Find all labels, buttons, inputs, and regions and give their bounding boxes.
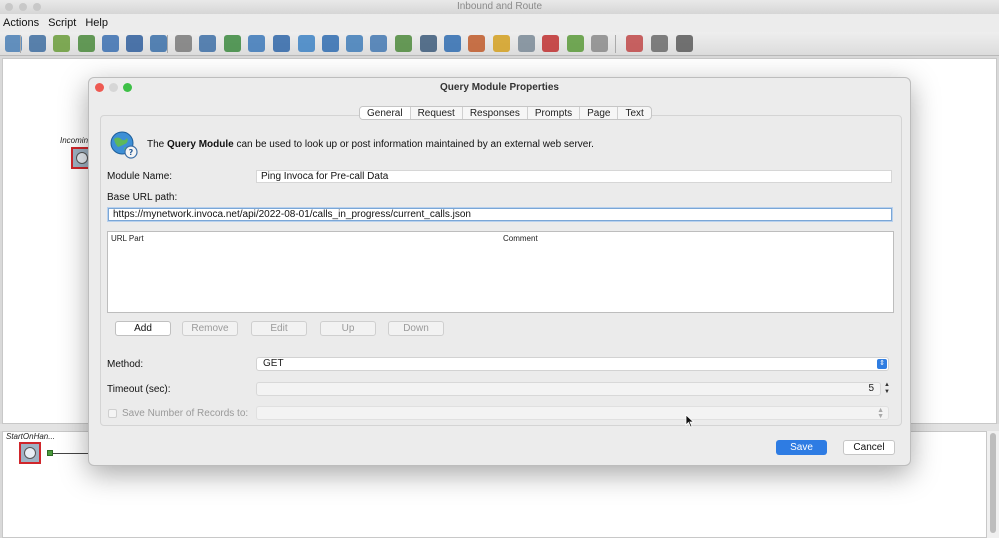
save-button[interactable]: Save	[776, 440, 827, 455]
cancel-button[interactable]: Cancel	[843, 440, 895, 455]
start-node-label: StartOnHan...	[6, 432, 55, 441]
dialog-titlebar: Query Module Properties	[89, 78, 910, 98]
toolbar-separator	[20, 35, 21, 53]
tag-icon[interactable]	[542, 35, 559, 52]
checklist-icon[interactable]	[224, 35, 241, 52]
chevron-updown-icon: ▲ ▼	[877, 407, 884, 420]
phone-icon	[76, 152, 88, 164]
save-records-select[interactable]: ▲ ▼	[256, 406, 889, 420]
edit-check-icon[interactable]	[53, 35, 70, 52]
select-arrows-icon: ⇕	[877, 359, 887, 369]
diamond-icon[interactable]	[175, 35, 192, 52]
edit-button[interactable]: Edit	[251, 321, 307, 336]
database-icon[interactable]	[273, 35, 290, 52]
dialog-close-button[interactable]	[95, 83, 104, 92]
tab-responses[interactable]: Responses	[463, 107, 528, 119]
mouse-cursor-icon	[685, 414, 695, 428]
window-titlebar: Inbound and Route	[0, 0, 999, 14]
add-button[interactable]: Add	[115, 321, 171, 336]
module-name-field[interactable]: Ping Invoca for Pre-call Data	[256, 170, 892, 183]
save-records-label: Save Number of Records to:	[122, 408, 249, 419]
module-name-label: Module Name:	[107, 171, 173, 182]
gear-icon[interactable]	[651, 35, 668, 52]
base-url-label: Base URL path:	[107, 192, 178, 203]
toolbar	[0, 32, 999, 56]
menu-actions[interactable]: Actions	[0, 14, 42, 29]
description-suffix: can be used to look up or post informati…	[233, 139, 594, 150]
binoculars-icon[interactable]	[420, 35, 437, 52]
shuffle-icon[interactable]	[126, 35, 143, 52]
globe-icon[interactable]	[248, 35, 265, 52]
window-title: Inbound and Route	[456, 1, 543, 12]
timeout-field[interactable]: 5	[256, 382, 881, 396]
verify-icon[interactable]	[78, 35, 95, 52]
tab-general[interactable]: General	[360, 107, 411, 119]
tab-page[interactable]: Page	[580, 107, 619, 119]
remove-button[interactable]: Remove	[182, 321, 238, 336]
import-icon[interactable]	[395, 35, 412, 52]
description-prefix: The	[147, 139, 168, 150]
timeout-stepper[interactable]: ▲ ▼	[883, 382, 891, 396]
timeout-label: Timeout (sec):	[107, 384, 171, 395]
scrollbar-thumb[interactable]	[990, 433, 996, 533]
method-value: GET	[263, 358, 284, 369]
description-module-name: Query Module	[167, 139, 234, 150]
screen-icon[interactable]	[444, 35, 461, 52]
toolbar-separator	[167, 35, 168, 53]
window-close-dot[interactable]	[5, 3, 13, 11]
users-group-icon[interactable]	[468, 35, 485, 52]
up-button[interactable]: Up	[320, 321, 376, 336]
vertical-scrollbar[interactable]	[987, 431, 999, 538]
agent-icon[interactable]	[518, 35, 535, 52]
method-label: Method:	[107, 359, 144, 370]
connector-line	[53, 453, 93, 454]
tab-request[interactable]: Request	[411, 107, 463, 119]
svg-text:?: ?	[129, 148, 134, 157]
window-minimize-dot[interactable]	[19, 3, 27, 11]
link-icon[interactable]	[298, 35, 315, 52]
menubar: Actions Script Help	[0, 14, 999, 32]
method-select[interactable]: GET ⇕	[256, 357, 889, 371]
eraser-icon[interactable]	[591, 35, 608, 52]
branch-icon[interactable]	[102, 35, 119, 52]
start-node[interactable]	[19, 442, 41, 464]
query-module-dialog: Query Module Properties General Request …	[88, 77, 911, 466]
menu-script[interactable]: Script	[45, 14, 79, 29]
people-icon[interactable]	[493, 35, 510, 52]
calculator-grid-icon[interactable]	[29, 35, 46, 52]
download-icon[interactable]	[567, 35, 584, 52]
user-icon[interactable]	[199, 35, 216, 52]
calculator-icon[interactable]	[150, 35, 167, 52]
tab-text[interactable]: Text	[618, 107, 650, 119]
menu-help[interactable]: Help	[82, 14, 111, 29]
url-parts-table[interactable]: URL Part Comment	[107, 231, 894, 313]
database-query-icon[interactable]	[322, 35, 339, 52]
table-icon[interactable]	[370, 35, 387, 52]
toolbar-separator	[615, 35, 616, 53]
column-header-comment[interactable]: Comment	[503, 234, 538, 243]
database-update-icon[interactable]	[346, 35, 363, 52]
dialog-title: Query Module Properties	[440, 82, 559, 93]
dialog-zoom-button[interactable]	[123, 83, 132, 92]
start-icon	[24, 447, 36, 459]
save-records-checkbox[interactable]	[108, 409, 117, 418]
base-url-field[interactable]: https://mynetwork.invoca.net/api/2022-08…	[108, 208, 892, 221]
incoming-node-label: Incomin	[60, 136, 89, 145]
dialog-minimize-button[interactable]	[109, 83, 118, 92]
tab-prompts[interactable]: Prompts	[528, 107, 581, 119]
globe-query-icon: ?	[110, 131, 138, 159]
down-button[interactable]: Down	[388, 321, 444, 336]
person-red-icon[interactable]	[626, 35, 643, 52]
person-gear-icon[interactable]	[676, 35, 693, 52]
tab-bar: General Request Responses Prompts Page T…	[359, 106, 652, 120]
module-description: The Query Module can be used to look up …	[147, 139, 594, 150]
column-header-url-part[interactable]: URL Part	[111, 234, 144, 243]
window-zoom-dot[interactable]	[33, 3, 41, 11]
